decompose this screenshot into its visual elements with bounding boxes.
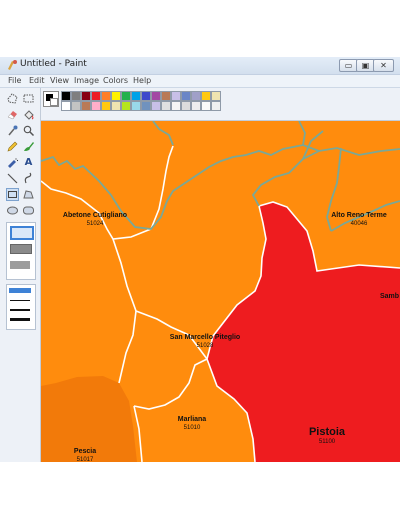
text-tool-icon[interactable]: A: [22, 156, 35, 169]
label-pistoia-code: 51100: [319, 439, 336, 445]
palette-swatch[interactable]: [81, 91, 91, 101]
free-form-select-icon[interactable]: [6, 92, 19, 105]
minimize-icon: ▭: [344, 61, 353, 70]
menu-image[interactable]: Image: [74, 76, 99, 85]
palette-swatch[interactable]: [181, 91, 191, 101]
current-colors: [43, 91, 59, 107]
palette-swatch[interactable]: [201, 91, 211, 101]
label-altoreno-code: 40046: [351, 221, 368, 227]
fill-bucket-icon[interactable]: [22, 108, 35, 121]
rectangle-tool-icon[interactable]: [6, 188, 19, 201]
palette-swatch[interactable]: [161, 91, 171, 101]
palette-swatch[interactable]: [161, 101, 171, 111]
menu-edit[interactable]: Edit: [29, 76, 45, 85]
palette-swatch[interactable]: [81, 101, 91, 111]
brush-icon[interactable]: [22, 140, 35, 153]
paint-app-icon: [8, 60, 17, 70]
palette-swatch[interactable]: [191, 101, 201, 111]
menu-view[interactable]: View: [50, 76, 69, 85]
fill-style-outline-fill[interactable]: [10, 244, 32, 254]
palette-swatch[interactable]: [121, 101, 131, 111]
label-marliana-name: Marliana: [178, 416, 207, 423]
eraser-icon[interactable]: [6, 108, 19, 121]
pencil-icon[interactable]: [6, 140, 19, 153]
palette-swatch[interactable]: [141, 91, 151, 101]
line-tool-icon[interactable]: [6, 172, 19, 185]
palette-swatch[interactable]: [61, 101, 71, 111]
palette-swatch[interactable]: [141, 101, 151, 111]
line-width-options: [6, 284, 36, 330]
line-width-4[interactable]: [10, 318, 30, 321]
palette-swatch[interactable]: [201, 101, 211, 111]
ellipse-tool-icon[interactable]: [6, 204, 19, 217]
menu-bar: File Edit View Image Colors Help: [0, 75, 400, 88]
palette-swatch[interactable]: [121, 91, 131, 101]
label-abetone-name: Abetone Cutigliano: [63, 212, 127, 219]
line-width-3[interactable]: [10, 309, 30, 311]
line-width-2[interactable]: [10, 300, 30, 301]
menu-colors[interactable]: Colors: [103, 76, 128, 85]
label-abetone-code: 51024: [87, 221, 104, 227]
palette-swatch[interactable]: [211, 101, 221, 111]
palette-swatch[interactable]: [61, 91, 71, 101]
label-altoreno-name: Alto Reno Terme: [331, 212, 387, 219]
fill-style-solid[interactable]: [10, 261, 30, 269]
drawing-canvas[interactable]: Abetone Cutigliano 51024 Alto Reno Terme…: [41, 121, 400, 462]
rounded-rect-tool-icon[interactable]: [22, 204, 35, 217]
paint-window: Untitled - Paint ▭ ▣ ✕ File Edit View Im…: [0, 57, 400, 462]
palette-swatch[interactable]: [91, 101, 101, 111]
title-bar: Untitled - Paint ▭ ▣ ✕: [0, 57, 400, 75]
palette-swatch[interactable]: [71, 91, 81, 101]
rect-select-icon[interactable]: [22, 92, 35, 105]
palette-swatch[interactable]: [171, 101, 181, 111]
fill-style-options: [6, 222, 36, 280]
polygon-tool-icon[interactable]: [22, 188, 35, 201]
secondary-color-swatch[interactable]: [50, 98, 58, 106]
palette-swatch[interactable]: [101, 91, 111, 101]
palette-swatch[interactable]: [111, 101, 121, 111]
magnifier-icon[interactable]: [22, 124, 35, 137]
palette-swatch[interactable]: [101, 101, 111, 111]
palette-swatch[interactable]: [181, 101, 191, 111]
airbrush-icon[interactable]: [6, 156, 19, 169]
palette-swatch[interactable]: [91, 91, 101, 101]
label-sanmarcello-name: San Marcello Piteglio: [170, 334, 240, 341]
palette-swatch[interactable]: [151, 91, 161, 101]
palette-swatch[interactable]: [191, 91, 201, 101]
window-title: Untitled - Paint: [20, 59, 87, 69]
color-palette-bar: [41, 88, 400, 121]
tool-box: A: [0, 88, 41, 462]
map-image: Abetone Cutigliano 51024 Alto Reno Terme…: [41, 121, 400, 462]
palette-swatch[interactable]: [211, 91, 221, 101]
maximize-icon: ▣: [361, 61, 370, 70]
palette-swatch[interactable]: [131, 101, 141, 111]
palette-swatch[interactable]: [171, 91, 181, 101]
label-marliana-code: 51010: [184, 425, 201, 431]
close-icon: ✕: [380, 61, 387, 70]
menu-file[interactable]: File: [8, 76, 21, 85]
label-sanmarcello-code: 51028: [197, 343, 214, 349]
fill-style-outline[interactable]: [10, 226, 34, 240]
color-picker-icon[interactable]: [6, 124, 19, 137]
palette-swatch[interactable]: [71, 101, 81, 111]
label-pescia-name: Pescia: [74, 448, 96, 455]
palette-swatch[interactable]: [151, 101, 161, 111]
menu-help[interactable]: Help: [133, 76, 151, 85]
curve-tool-icon[interactable]: [22, 172, 35, 185]
label-pescia-code: 51017: [77, 457, 94, 462]
label-samb-name: Samb: [380, 293, 399, 300]
label-pistoia-name: Pistoia: [309, 426, 346, 438]
palette-swatch[interactable]: [111, 91, 121, 101]
palette-swatch[interactable]: [131, 91, 141, 101]
close-button[interactable]: ✕: [373, 59, 394, 72]
line-width-1[interactable]: [9, 288, 31, 293]
